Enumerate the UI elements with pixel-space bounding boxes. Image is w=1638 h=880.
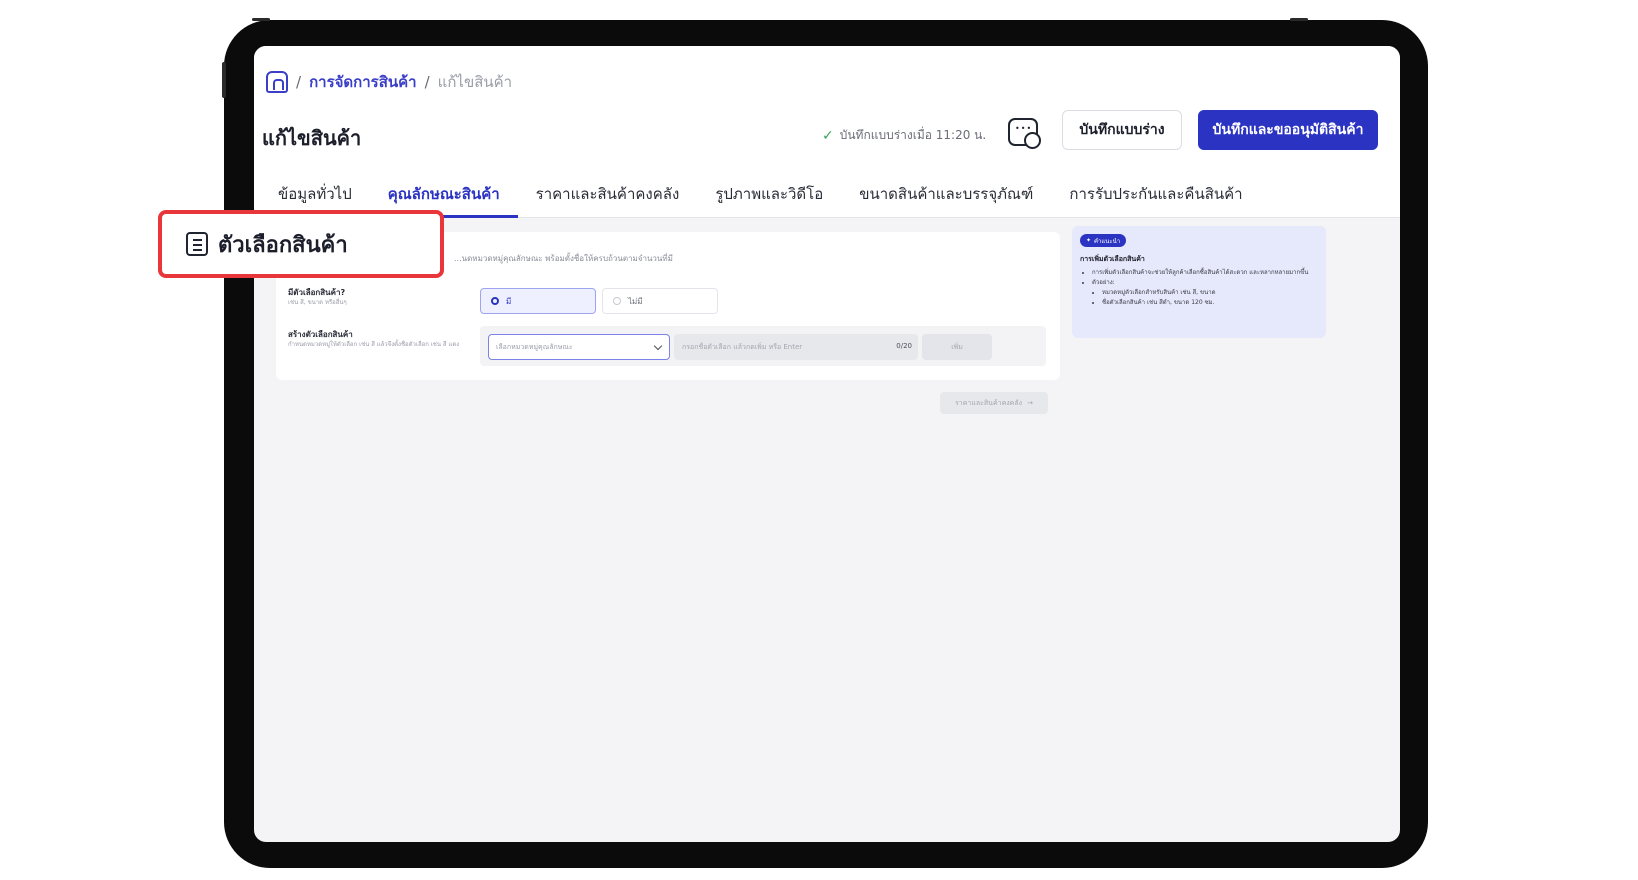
tip-title: การเพิ่มตัวเลือกสินค้า (1080, 255, 1145, 263)
section-description: ...นดหมวดหมู่คุณลักษณะ พร้อมตั้งชื่อให้ค… (454, 254, 673, 263)
option-no-label: ไม่มี (628, 296, 643, 306)
check-icon: ✓ (822, 127, 834, 144)
tip-panel: ✦ คำแนะนำ การเพิ่มตัวเลือกสินค้า การเพิ่… (1072, 226, 1326, 338)
tip-example-heading: ตัวอย่าง: (1092, 279, 1115, 286)
option-yes-radio[interactable]: มี (480, 288, 596, 314)
tab-price-inventory[interactable]: ราคาและสินค้าคงคลัง (518, 170, 698, 218)
option-input-placeholder: กรอกชื่อตัวเลือก แล้วกดเพิ่ม หรือ Enter (682, 342, 803, 351)
breadcrumb: / การจัดการสินค้า / แก้ไขสินค้า (266, 70, 512, 94)
tip-point: การเพิ่มตัวเลือกสินค้าจะช่วยให้ลูกค้าเลื… (1092, 268, 1322, 278)
save-draft-button[interactable]: บันทึกแบบร่าง (1062, 110, 1182, 150)
tip-point: ตัวอย่าง: หมวดหมู่ตัวเลือกสำหรับสินค้า เ… (1092, 278, 1322, 308)
character-counter: 0/20 (896, 342, 912, 350)
has-options-sub: เช่น สี, ขนาด หรืออื่นๆ (288, 299, 347, 306)
tab-warranty-returns[interactable]: การรับประกันและคืนสินค้า (1051, 170, 1260, 218)
saved-status-text: บันทึกแบบร่างเมื่อ 11:20 น. (839, 128, 987, 142)
tab-images-videos[interactable]: รูปภาพและวิดีโอ (697, 170, 841, 218)
section-title-highlight: ตัวเลือกสินค้า (158, 210, 444, 278)
next-step-label: ราคาและสินค้าคงคลัง (955, 398, 1023, 407)
section-title: ตัวเลือกสินค้า (218, 232, 348, 258)
arrow-right-icon: → (1027, 399, 1033, 407)
select-placeholder: เลือกหมวดหมู่คุณลักษณะ (496, 342, 573, 351)
add-option-button[interactable]: เพิ่ม (922, 334, 992, 360)
option-name-input[interactable]: กรอกชื่อตัวเลือก แล้วกดเพิ่ม หรือ Enter … (674, 334, 918, 360)
tip-example: หมวดหมู่ตัวเลือกสำหรับสินค้า เช่น สี, ขน… (1102, 288, 1322, 298)
preview-icon[interactable]: ••• (1008, 118, 1041, 149)
radio-dot (491, 297, 499, 305)
option-yes-label: มี (506, 296, 512, 306)
save-and-approve-button[interactable]: บันทึกและขออนุมัติสินค้า (1198, 110, 1378, 150)
create-options-sub: กำหนดหมวดหมู่ให้ตัวเลือก เช่น สี แล้วจึง… (288, 341, 460, 348)
tablet-side-button (222, 62, 226, 98)
tablet-top-button-right (1290, 18, 1308, 21)
tab-size-packaging[interactable]: ขนาดสินค้าและบรรจุภัณฑ์ (841, 170, 1051, 218)
tip-example: ชื่อตัวเลือกสินค้า เช่น สีดำ, ขนาด 120 ซ… (1102, 298, 1322, 308)
breadcrumb-separator: / (424, 73, 430, 91)
tip-list: การเพิ่มตัวเลือกสินค้าจะช่วยให้ลูกค้าเลื… (1086, 268, 1322, 308)
saved-status: ✓ บันทึกแบบร่างเมื่อ 11:20 น. (822, 126, 986, 145)
next-step-button[interactable]: ราคาและสินค้าคงคลัง → (940, 392, 1048, 414)
page-title: แก้ไขสินค้า (262, 126, 362, 150)
tip-badge-label: คำแนะนำ (1094, 237, 1121, 245)
chevron-down-icon (653, 341, 663, 351)
option-no-radio[interactable]: ไม่มี (602, 288, 718, 314)
breadcrumb-product-management[interactable]: การจัดการสินค้า (309, 70, 417, 94)
app-screen: / การจัดการสินค้า / แก้ไขสินค้า แก้ไขสิน… (254, 46, 1400, 842)
header-bar: / การจัดการสินค้า / แก้ไขสินค้า แก้ไขสิน… (254, 46, 1400, 218)
tip-badge: ✦ คำแนะนำ (1080, 234, 1127, 247)
attribute-category-select[interactable]: เลือกหมวดหมู่คุณลักษณะ (488, 334, 670, 360)
breadcrumb-separator: / (296, 73, 302, 91)
breadcrumb-current: แก้ไขสินค้า (437, 73, 513, 91)
tablet-top-button-left (252, 18, 270, 21)
radio-dot (613, 297, 621, 305)
list-icon (186, 232, 208, 256)
lightbulb-icon: ✦ (1086, 237, 1092, 244)
home-icon[interactable] (266, 71, 288, 93)
